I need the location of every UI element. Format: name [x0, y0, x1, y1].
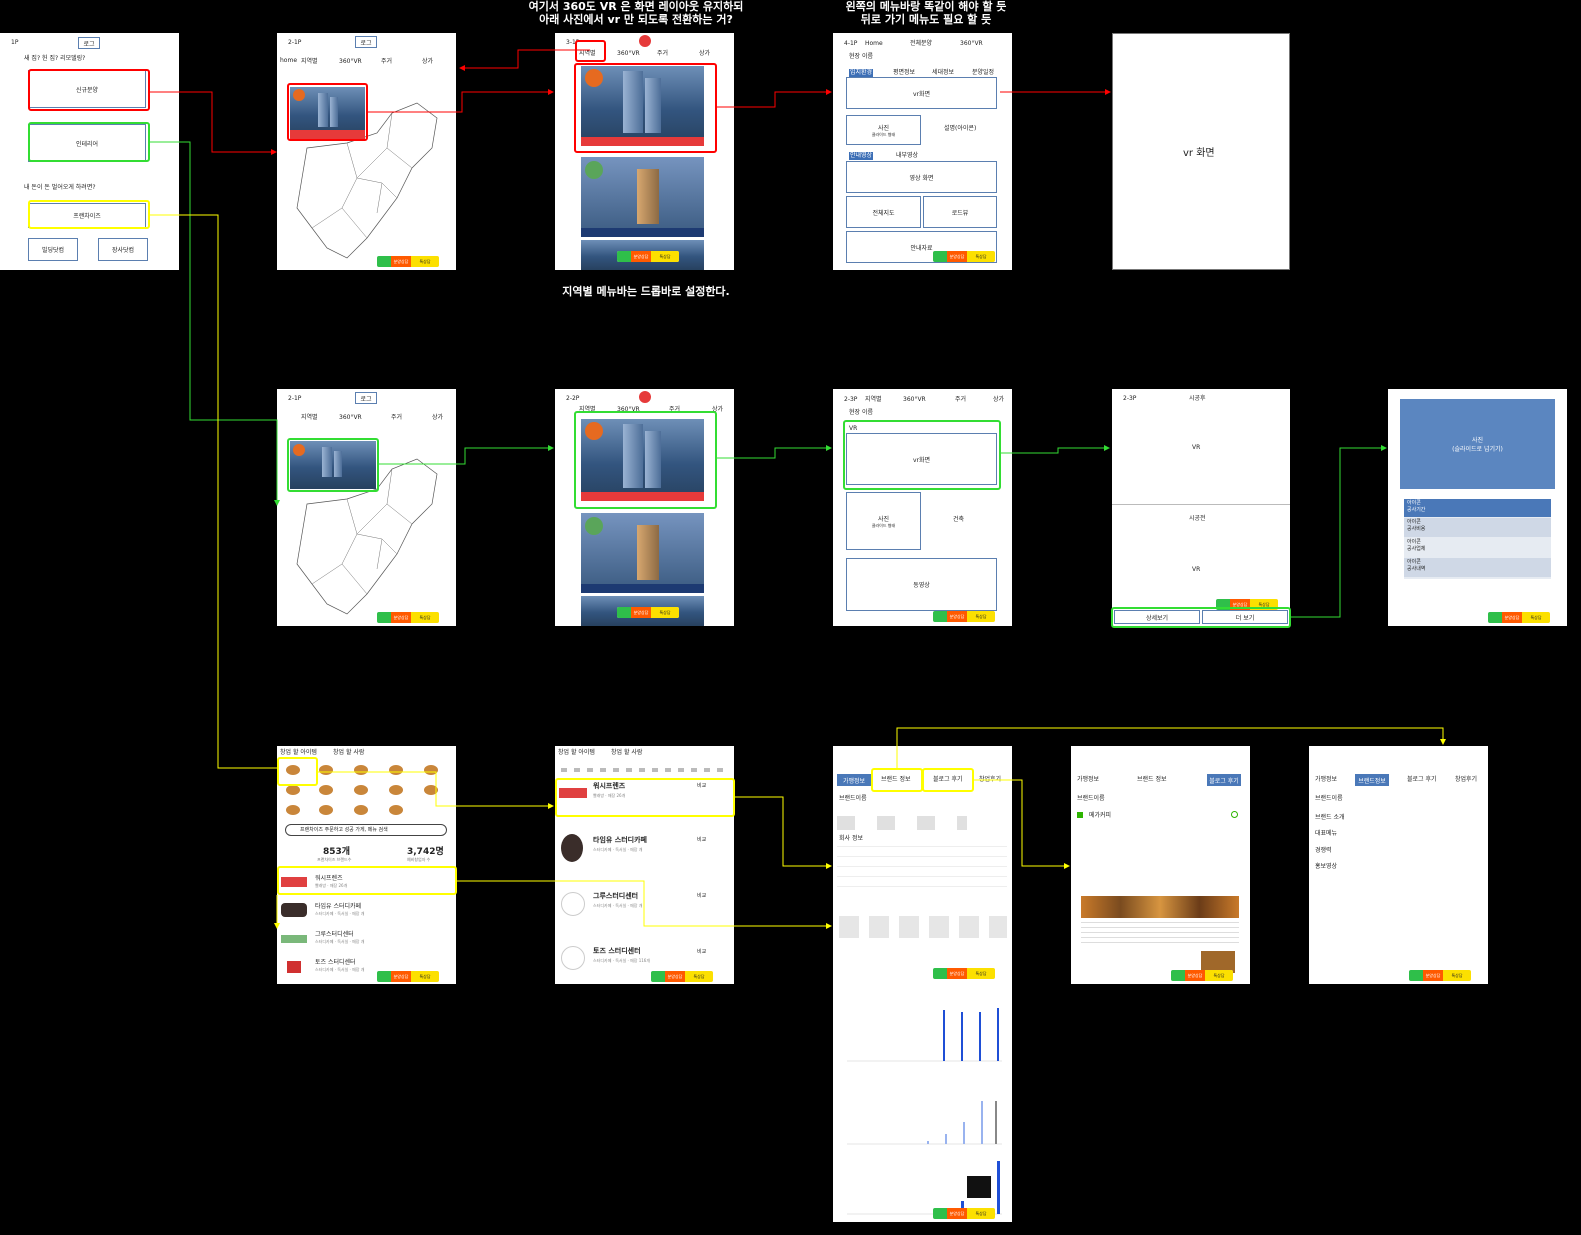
flow-connectors — [150, 49, 1446, 929]
